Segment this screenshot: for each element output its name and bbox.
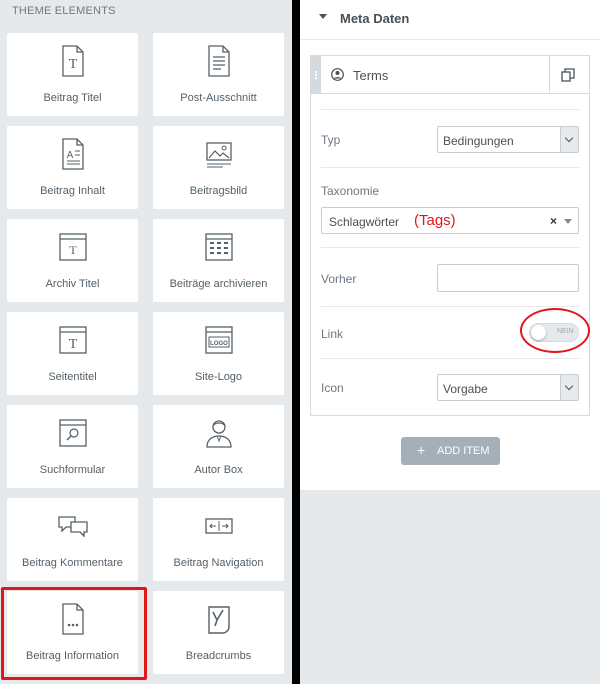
select-value: Bedingungen [443,134,514,148]
drag-handle[interactable] [311,56,321,94]
widget-post-content[interactable]: A Beitrag Inhalt [7,126,138,209]
clear-icon[interactable]: × [550,214,557,228]
vorher-label: Vorher [321,272,357,286]
widget-archive-posts[interactable]: Beiträge archivieren [153,219,284,302]
widget-label: Beitrag Navigation [173,557,264,569]
svg-text:T: T [68,337,77,352]
widget-label: Beitrag Kommentare [22,557,123,569]
link-label: Link [321,327,344,341]
settings-panel: Meta Daten Terms Typ Bedingungen Taxonom… [300,0,600,684]
divider [321,109,579,110]
repeater-item: Terms Typ Bedingungen Taxonomie Schlagwö… [310,55,590,416]
section-header[interactable]: Meta Daten [300,0,600,40]
typ-select[interactable]: Bedingungen [437,126,579,153]
post-comments-icon [7,510,138,542]
panel-divider [292,0,300,684]
featured-image-icon [153,138,284,170]
add-item-button[interactable]: + ADD ITEM [401,437,500,465]
vorher-input[interactable] [437,264,579,292]
widget-site-logo[interactable]: LOGO Site-Logo [153,312,284,395]
svg-text:LOGO: LOGO [210,341,228,347]
widget-post-navigation[interactable]: Beitrag Navigation [153,498,284,581]
icon-select[interactable]: Vorgabe [437,374,579,401]
widget-label: Post-Ausschnitt [180,92,257,104]
widget-post-title[interactable]: T Beitrag Titel [7,33,138,116]
widget-search-form[interactable]: Suchformular [7,405,138,488]
widget-label: Beiträge archivieren [169,278,268,290]
divider [321,306,579,307]
post-content-icon: A [7,138,138,170]
divider [321,247,579,248]
widget-breadcrumbs[interactable]: Breadcrumbs [153,591,284,674]
taxonomie-select[interactable]: Schlagwörter (Tags) × [321,207,579,234]
widget-label: Seitentitel [48,371,97,383]
widget-post-excerpt[interactable]: Post-Ausschnitt [153,33,284,116]
widgets-panel: THEME ELEMENTS T Beitrag Titel Post-Auss… [0,0,292,684]
svg-text:A: A [66,150,73,161]
caret-down-icon [319,14,327,19]
widget-post-comments[interactable]: Beitrag Kommentare [7,498,138,581]
chevron-down-icon [560,375,578,400]
select-value: Vorgabe [443,382,488,396]
typ-label: Typ [321,133,341,147]
divider [321,358,579,359]
search-form-icon [7,417,138,449]
author-box-icon [153,417,284,449]
widget-label: Beitrag Inhalt [40,185,105,197]
annotation-text: (Tags) [414,212,456,229]
widget-label: Suchformular [39,464,106,476]
annotation-circle [520,308,590,353]
post-navigation-icon [153,510,284,542]
archive-posts-icon [153,231,284,263]
user-circle-icon [331,68,344,86]
annotation-highlight-box [1,587,147,680]
taxonomie-label: Taxonomie [321,184,380,198]
breadcrumbs-icon [153,603,284,635]
widget-label: Beitragsbild [189,185,248,197]
page-title-icon: T [7,324,138,356]
archive-title-icon: T [7,231,138,263]
post-title-icon: T [7,45,138,77]
settings-section: Meta Daten Terms Typ Bedingungen Taxonom… [300,0,600,490]
divider [321,167,579,168]
widget-label: Autor Box [194,464,243,476]
select-value: Schlagwörter [329,215,400,229]
post-excerpt-icon [153,45,284,77]
widget-label: Site-Logo [194,371,243,383]
widget-author-box[interactable]: Autor Box [153,405,284,488]
add-item-label: ADD ITEM [437,445,490,457]
caret-down-icon [564,219,572,224]
plus-icon: + [417,442,426,458]
divider [549,56,550,94]
svg-text:T: T [69,243,77,257]
widget-label: Beitrag Titel [43,92,102,104]
widget-page-title[interactable]: T Seitentitel [7,312,138,395]
site-logo-icon: LOGO [153,324,284,356]
section-title: THEME ELEMENTS [12,5,116,17]
widget-archive-title[interactable]: T Archiv Titel [7,219,138,302]
repeater-item-header[interactable]: Terms [311,56,589,94]
chevron-down-icon [560,127,578,152]
icon-label: Icon [321,381,344,395]
section-title: Meta Daten [340,11,410,26]
svg-text:T: T [68,57,77,72]
duplicate-icon[interactable] [561,68,575,87]
widget-featured-image[interactable]: Beitragsbild [153,126,284,209]
widget-label: Breadcrumbs [185,650,252,662]
repeater-item-title: Terms [353,68,389,83]
widget-label: Archiv Titel [45,278,100,290]
